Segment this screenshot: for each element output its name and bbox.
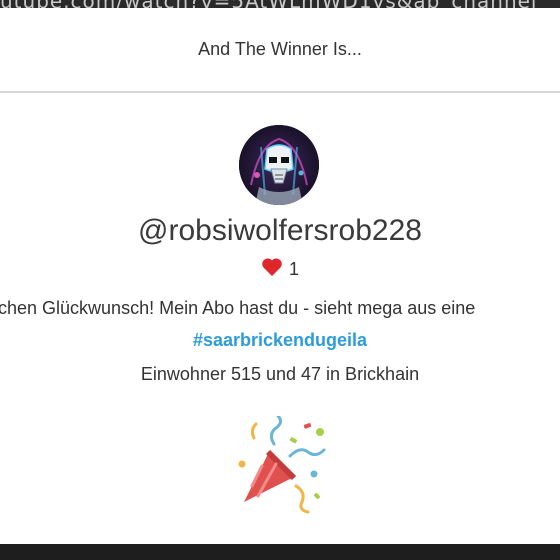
comment-subtext: Einwohner 515 und 47 in Brickhain [140,364,420,384]
party-popper-icon [230,414,330,516]
hashtag-link[interactable]: #saarbrickendugeila [0,330,560,351]
dialog-title: And The Winner Is... [198,39,362,59]
stormtrooper-avatar-icon [239,125,319,205]
likes-count: 1 [288,259,299,279]
winner-comment: Herzlichen Glückwunsch! Mein Abo hast du… [0,298,476,318]
heart-icon [261,257,283,282]
winner-username: @robsiwolfersrob228 [138,214,422,247]
dialog-header: And The Winner Is... [0,8,560,93]
likes-row: 1 [0,257,560,282]
winner-dialog: And The Winner Is... @robsiwolfersrob228 [0,8,560,544]
